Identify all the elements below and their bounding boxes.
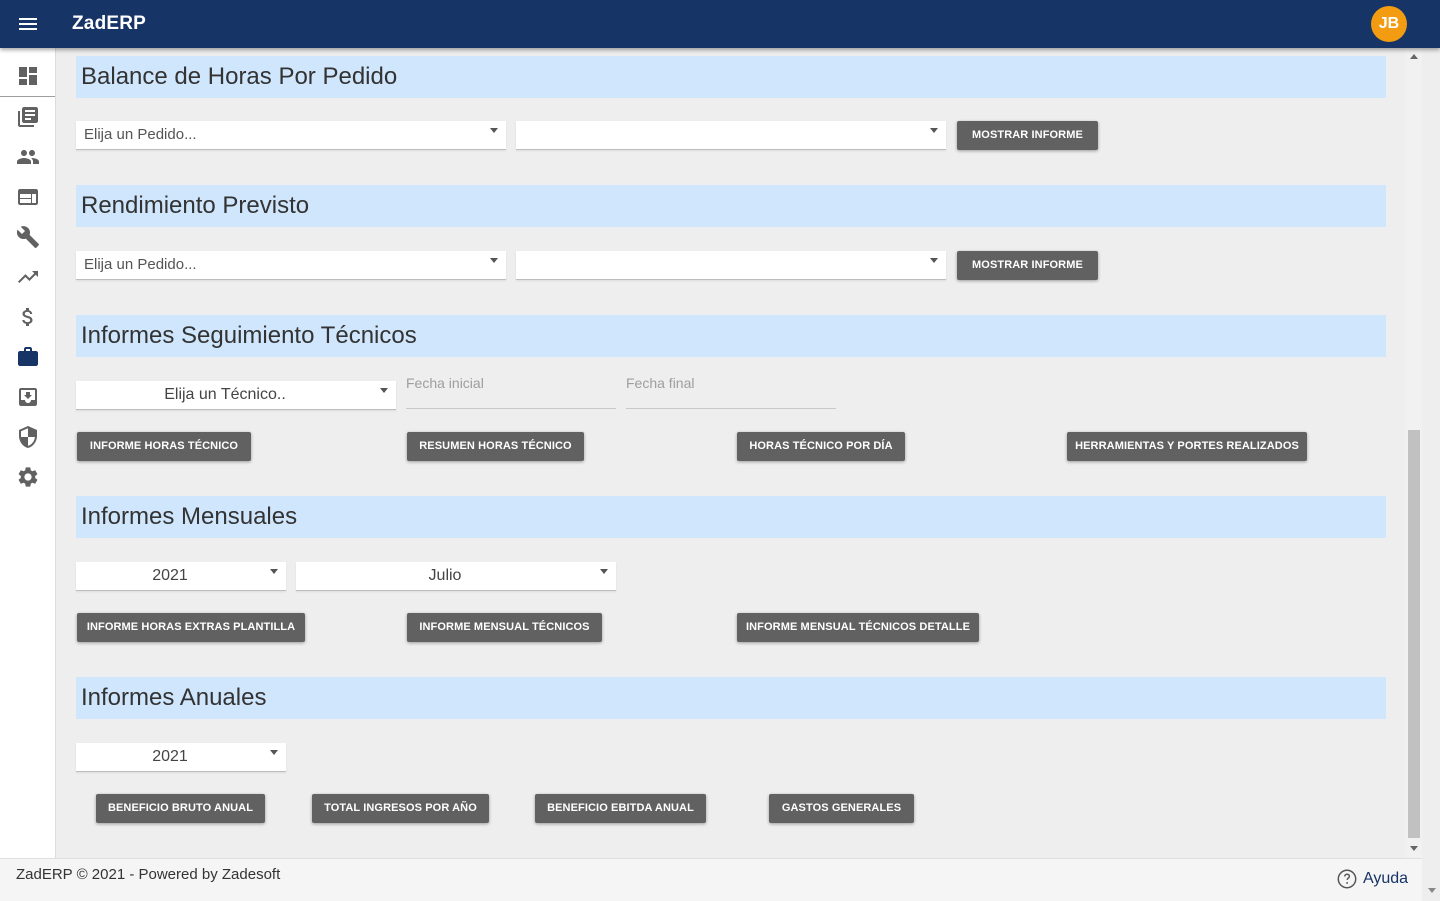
sidebar-item-web[interactable] <box>0 177 55 217</box>
dropdown-arrow-icon <box>930 128 938 133</box>
content-scrollbar[interactable] <box>1406 48 1422 858</box>
secondary-select-balance[interactable] <box>516 121 946 150</box>
top-app-bar: ZadERP JB <box>0 0 1440 48</box>
archive-icon <box>18 388 37 406</box>
month-select-mensuales[interactable]: Julio <box>296 562 616 591</box>
section-title: Informes Seguimiento Técnicos <box>81 322 417 349</box>
scroll-down-arrow-icon[interactable] <box>1410 846 1418 851</box>
pedido-select-balance[interactable]: Elija un Pedido... <box>76 121 506 150</box>
fecha-final-field[interactable]: Fecha final <box>626 375 836 409</box>
dropdown-arrow-icon <box>930 258 938 263</box>
section-header-seguimiento: Informes Seguimiento Técnicos <box>76 315 1386 357</box>
sidebar-item-library[interactable] <box>0 97 55 137</box>
sidebar-item-reports[interactable] <box>0 337 55 377</box>
tecnico-select[interactable]: Elija un Técnico.. <box>76 381 396 410</box>
gastos-generales-button[interactable]: GASTOS GENERALES <box>769 794 914 823</box>
scrollbar-thumb[interactable] <box>1408 430 1420 838</box>
dashboard-icon <box>18 67 37 85</box>
sidebar-item-trending[interactable] <box>0 257 55 297</box>
dropdown-arrow-icon <box>270 569 278 574</box>
copyright-text: ZadERP © 2021 - Powered by Zadesoft <box>16 866 281 883</box>
help-circle-icon <box>1337 869 1357 889</box>
sidebar-item-finance[interactable] <box>0 297 55 337</box>
section-title: Informes Mensuales <box>81 503 298 530</box>
help-label: Ayuda <box>1363 870 1409 887</box>
user-avatar[interactable]: JB <box>1371 6 1407 42</box>
help-link[interactable]: Ayuda <box>1336 868 1408 890</box>
scroll-up-arrow-icon[interactable] <box>1410 54 1418 59</box>
resumen-horas-tecnico-button[interactable]: RESUMEN HORAS TÉCNICO <box>407 432 584 461</box>
sidebar-item-archive[interactable] <box>0 377 55 417</box>
section-title: Balance de Horas Por Pedido <box>81 63 398 90</box>
informe-mensual-tecnicos-button[interactable]: INFORME MENSUAL TÉCNICOS <box>407 613 602 642</box>
page-scroll-down-arrow-icon[interactable] <box>1428 888 1436 893</box>
herramientas-portes-button[interactable]: HERRAMIENTAS Y PORTES REALIZADOS <box>1067 432 1307 461</box>
section-header-anuales: Informes Anuales <box>76 677 1386 719</box>
section-header-mensuales: Informes Mensuales <box>76 496 1386 538</box>
footer: ZadERP © 2021 - Powered by Zadesoft Ayud… <box>0 858 1422 901</box>
fecha-inicial-field[interactable]: Fecha inicial <box>406 375 616 409</box>
horas-tecnico-por-dia-button[interactable]: HORAS TÉCNICO POR DÍA <box>737 432 905 461</box>
people-icon <box>16 150 39 164</box>
dollar-icon <box>21 308 32 326</box>
sidebar-item-people[interactable] <box>0 137 55 177</box>
pedido-select-rendimiento[interactable]: Elija un Pedido... <box>76 251 506 280</box>
informe-horas-extras-button[interactable]: INFORME HORAS EXTRAS PLANTILLA <box>77 613 305 642</box>
year-select-mensuales[interactable]: 2021 <box>76 562 286 591</box>
beneficio-ebitda-anual-button[interactable]: BENEFICIO EBITDA ANUAL <box>535 794 706 823</box>
dropdown-arrow-icon <box>600 569 608 574</box>
mostrar-informe-rendimiento-button[interactable]: MOSTRAR INFORME <box>957 251 1098 280</box>
section-title: Informes Anuales <box>81 684 267 711</box>
section-header-rendimiento: Rendimiento Previsto <box>76 185 1386 227</box>
dropdown-arrow-icon <box>490 128 498 133</box>
hamburger-menu-icon[interactable] <box>14 12 42 36</box>
main-content: Balance de Horas Por Pedido Elija un Ped… <box>56 48 1406 858</box>
sidebar-item-settings[interactable] <box>0 457 55 497</box>
library-books-icon <box>17 107 38 127</box>
secondary-select-rendimiento[interactable] <box>516 251 946 280</box>
total-ingresos-anio-button[interactable]: TOTAL INGRESOS POR AÑO <box>312 794 489 823</box>
informe-horas-tecnico-button[interactable]: INFORME HORAS TÉCNICO <box>77 432 251 461</box>
mostrar-informe-balance-button[interactable]: MOSTRAR INFORME <box>957 121 1098 150</box>
app-title: ZadERP <box>72 13 147 34</box>
section-header-balance: Balance de Horas Por Pedido <box>76 56 1386 98</box>
trending-up-icon <box>17 271 38 283</box>
dropdown-arrow-icon <box>270 750 278 755</box>
web-window-icon <box>17 189 38 205</box>
settings-gear-icon <box>18 467 37 487</box>
beneficio-bruto-anual-button[interactable]: BENEFICIO BRUTO ANUAL <box>96 794 265 823</box>
dropdown-arrow-icon <box>380 388 388 393</box>
wrench-icon <box>16 226 39 248</box>
sidebar-item-security[interactable] <box>0 417 55 457</box>
section-title: Rendimiento Previsto <box>81 192 310 219</box>
briefcase-icon <box>17 347 38 366</box>
year-select-anuales[interactable]: 2021 <box>76 743 286 772</box>
informe-mensual-detalle-button[interactable]: INFORME MENSUAL TÉCNICOS DETALLE <box>737 613 979 642</box>
sidebar-item-tools[interactable] <box>0 217 55 257</box>
dropdown-arrow-icon <box>490 258 498 263</box>
sidebar-item-dashboard[interactable] <box>0 56 55 96</box>
sidebar-nav <box>0 48 56 858</box>
shield-icon <box>18 426 37 448</box>
